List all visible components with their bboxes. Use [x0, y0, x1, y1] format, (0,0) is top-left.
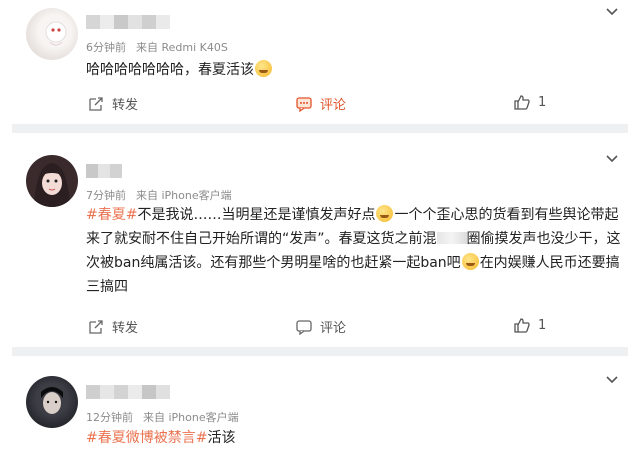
avatar[interactable] — [26, 155, 78, 207]
post-1: 6分钟前 来自 Redmi K40S 哈哈哈哈哈哈哈，春夏活该 转发 评论 1 — [0, 0, 640, 123]
text-line: 不是我说……当明星还是谨慎发声好点 — [137, 207, 376, 223]
like-count: 1 — [538, 94, 547, 110]
text-line: 一个个歪心思的货看到有些舆论带起 — [394, 207, 619, 223]
chevron-down-icon[interactable] — [606, 6, 618, 18]
post-actions: 转发 评论 1 — [0, 317, 640, 339]
post-time: 6分钟前 — [86, 41, 126, 54]
comment-icon — [296, 96, 312, 112]
like-button[interactable]: 1 — [514, 317, 546, 333]
forward-button[interactable]: 转发 — [88, 94, 138, 113]
chevron-down-icon[interactable] — [606, 374, 618, 386]
forward-icon — [89, 96, 103, 111]
post-text: #春夏微博被禁言#活该 — [86, 426, 626, 450]
like-button[interactable]: 1 — [514, 94, 546, 110]
avatar-face-icon — [34, 163, 70, 207]
username-mosaic[interactable] — [86, 384, 170, 399]
hashtag-link[interactable]: #春夏微博被禁言# — [86, 430, 207, 446]
hashtag-link[interactable]: #春夏# — [86, 207, 137, 223]
separator — [12, 347, 628, 356]
post-meta: 6分钟前 来自 Redmi K40S — [86, 39, 228, 55]
username-mosaic[interactable] — [86, 163, 122, 178]
text-line: 次被ban纯属活该。还有那些个男明星啥的也赶紧一起ban吧 — [86, 255, 461, 271]
avatar-figure-icon — [45, 21, 67, 46]
forward-icon — [89, 319, 103, 334]
post-meta: 12分钟前 来自 iPhone客户端 — [86, 409, 239, 425]
post-time: 12分钟前 — [86, 411, 133, 424]
like-icon — [514, 95, 530, 110]
post-2: 7分钟前 来自 iPhone客户端 #春夏#不是我说……当明星还是谨慎发声好点 一个… — [0, 133, 640, 346]
chevron-down-icon[interactable] — [606, 153, 618, 165]
comment-button[interactable]: 评论 — [296, 94, 346, 113]
separator — [12, 124, 628, 133]
emoji-icon — [255, 60, 272, 77]
post-text-body: 活该 — [207, 430, 236, 446]
forward-button[interactable]: 转发 — [88, 317, 138, 336]
text-line: 来了就安耐不住自己开始所谓的“发声”。春夏这货之前混 — [86, 231, 437, 247]
avatar[interactable] — [26, 376, 78, 428]
like-count: 1 — [538, 317, 547, 333]
post-time: 7分钟前 — [86, 189, 126, 202]
post-text-body: 哈哈哈哈哈哈哈，春夏活该 — [86, 62, 254, 78]
emoji-icon — [376, 205, 394, 222]
post-meta: 7分钟前 来自 iPhone客户端 — [86, 187, 232, 203]
text-line: 圈偷摸发声也没少干，这 — [466, 231, 621, 247]
comment-button[interactable]: 评论 — [296, 317, 346, 336]
post-text: 哈哈哈哈哈哈哈，春夏活该 — [86, 58, 626, 82]
post-source: 来自 iPhone客户端 — [143, 411, 239, 424]
redacted-blur — [436, 232, 467, 244]
post-3: 12分钟前 来自 iPhone客户端 #春夏微博被禁言#活该 — [0, 356, 640, 455]
post-source: 来自 Redmi K40S — [136, 41, 228, 54]
text-line: 在内娱赚人民币还要搞 — [479, 255, 620, 271]
avatar-face-icon — [41, 387, 63, 414]
post-text: #春夏#不是我说……当明星还是谨慎发声好点 一个个歪心思的货看到有些舆论带起 来了… — [86, 203, 626, 299]
forward-label: 转发 — [112, 321, 139, 336]
username-mosaic[interactable] — [86, 14, 170, 29]
comment-label: 评论 — [320, 98, 347, 113]
comment-label: 评论 — [320, 321, 347, 336]
emoji-icon — [461, 253, 479, 270]
comment-icon — [296, 319, 312, 335]
like-icon — [514, 318, 530, 333]
text-line: 三搞四 — [86, 279, 128, 295]
post-actions: 转发 评论 1 — [0, 94, 640, 116]
forward-label: 转发 — [112, 98, 139, 113]
post-source: 来自 iPhone客户端 — [136, 189, 232, 202]
avatar[interactable] — [26, 8, 78, 60]
